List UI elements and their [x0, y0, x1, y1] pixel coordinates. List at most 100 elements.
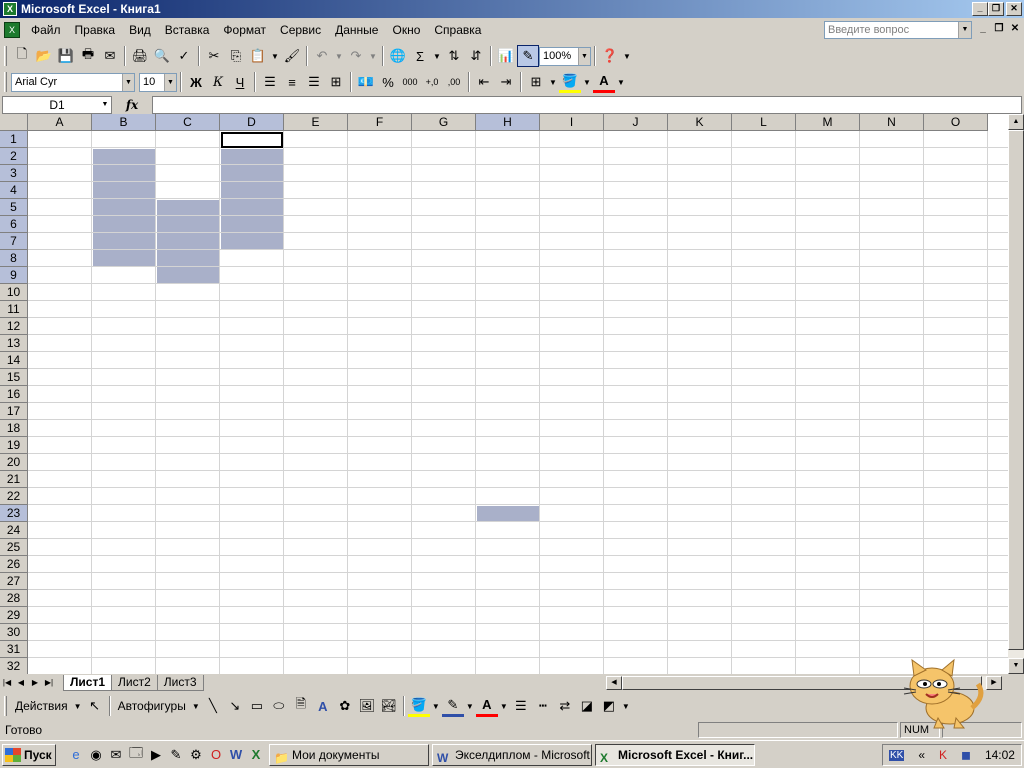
- chevron-down-icon[interactable]: ▼: [99, 97, 111, 113]
- row-header-15[interactable]: 15: [0, 369, 28, 386]
- close-button[interactable]: ✕: [1006, 2, 1022, 16]
- chevron-down-icon[interactable]: ▼: [367, 45, 379, 67]
- copy-icon[interactable]: ⎘: [225, 45, 247, 67]
- worksheet-grid[interactable]: A B C D E F G H I J K L M N O 1 2 3 4 5 6 7 8 9 10 11 12 13 14 15 16 17…: [0, 114, 1008, 674]
- row-header-3[interactable]: 3: [0, 165, 28, 182]
- permission-icon[interactable]: 🖶: [77, 45, 99, 67]
- vertical-scroll-thumb[interactable]: [1008, 130, 1024, 650]
- row-header-1[interactable]: 1: [0, 131, 28, 148]
- select-objects-icon[interactable]: ↖: [84, 695, 106, 717]
- chevron-down-icon[interactable]: ▼: [190, 695, 202, 717]
- media-player-icon[interactable]: ◉: [86, 745, 106, 765]
- column-header-f[interactable]: F: [348, 114, 412, 131]
- row-header-5[interactable]: 5: [0, 199, 28, 216]
- rectangle-icon[interactable]: ▭: [246, 695, 268, 717]
- menu-file[interactable]: Файл: [24, 20, 68, 40]
- row-header-29[interactable]: 29: [0, 607, 28, 624]
- fill-color-icon[interactable]: 🪣: [559, 71, 581, 93]
- row-header-4[interactable]: 4: [0, 182, 28, 199]
- row-header-21[interactable]: 21: [0, 471, 28, 488]
- menu-window[interactable]: Окно: [385, 20, 427, 40]
- chevron-down-icon[interactable]: ▼: [621, 45, 633, 67]
- last-sheet-icon[interactable]: ▶|: [42, 675, 56, 691]
- scroll-down-icon[interactable]: ▼: [1008, 658, 1024, 674]
- thousands-separator-button[interactable]: 000: [399, 71, 421, 93]
- italic-button[interactable]: К: [207, 71, 229, 93]
- column-header-j[interactable]: J: [604, 114, 668, 131]
- opera-icon[interactable]: O: [206, 745, 226, 765]
- row-header-13[interactable]: 13: [0, 335, 28, 352]
- decrease-decimal-icon[interactable]: ,00: [443, 71, 465, 93]
- shadow-icon[interactable]: ◪: [576, 695, 598, 717]
- column-header-c[interactable]: C: [156, 114, 220, 131]
- column-header-i[interactable]: I: [540, 114, 604, 131]
- oval-icon[interactable]: ⬭: [268, 695, 290, 717]
- spelling-icon[interactable]: ✓: [173, 45, 195, 67]
- row-header-16[interactable]: 16: [0, 386, 28, 403]
- wordart-icon[interactable]: A: [312, 695, 334, 717]
- task-excel[interactable]: X Microsoft Excel - Книг...: [595, 743, 755, 766]
- row-header-8[interactable]: 8: [0, 250, 28, 267]
- chevron-down-icon[interactable]: ▼: [958, 22, 971, 38]
- tool-icon[interactable]: ✎: [166, 745, 186, 765]
- chevron-down-icon[interactable]: ▼: [547, 71, 559, 93]
- doc-minimize-button[interactable]: _: [976, 23, 990, 36]
- network-icon[interactable]: ⚙: [186, 745, 206, 765]
- select-all-button[interactable]: [0, 114, 28, 131]
- minimize-button[interactable]: _: [972, 2, 988, 16]
- increase-decimal-icon[interactable]: +,0: [421, 71, 443, 93]
- doc-restore-button[interactable]: ❐: [992, 23, 1006, 36]
- task-word-document[interactable]: W Экселдиплом - Microsoft...: [432, 743, 592, 766]
- chevron-down-icon[interactable]: ▼: [164, 73, 176, 91]
- chevron-down-icon[interactable]: ▼: [430, 695, 442, 717]
- sort-ascending-icon[interactable]: ⇅: [443, 45, 465, 67]
- scroll-left-icon[interactable]: ◀: [606, 676, 622, 690]
- tray-expand-icon[interactable]: «: [918, 748, 925, 762]
- textbox-icon[interactable]: 🗎: [290, 695, 312, 717]
- clipart-icon[interactable]: 🖼: [356, 695, 378, 717]
- new-file-icon[interactable]: 🗋: [11, 45, 33, 67]
- column-header-l[interactable]: L: [732, 114, 796, 131]
- column-header-a[interactable]: A: [28, 114, 92, 131]
- office-assistant-cat-icon[interactable]: [898, 656, 990, 730]
- line-icon[interactable]: ╲: [202, 695, 224, 717]
- row-header-11[interactable]: 11: [0, 301, 28, 318]
- row-header-18[interactable]: 18: [0, 420, 28, 437]
- menu-edit[interactable]: Правка: [68, 20, 123, 40]
- workbook-icon[interactable]: X: [4, 22, 20, 38]
- ask-question-input[interactable]: Введите вопрос ▼: [824, 21, 972, 39]
- next-sheet-icon[interactable]: ▶: [28, 675, 42, 691]
- toolbar-grip[interactable]: [4, 46, 7, 66]
- name-box[interactable]: D1 ▼: [2, 96, 112, 114]
- ie-icon[interactable]: e: [66, 745, 86, 765]
- help-icon[interactable]: ❓: [599, 45, 621, 67]
- row-header-32[interactable]: 32: [0, 658, 28, 674]
- open-folder-icon[interactable]: 📂: [33, 45, 55, 67]
- 3d-icon[interactable]: ◩: [598, 695, 620, 717]
- formula-input[interactable]: [152, 96, 1022, 114]
- desktop-icon[interactable]: 🗔: [126, 745, 146, 765]
- sheet-tab-2[interactable]: Лист2: [111, 675, 158, 691]
- antivirus-icon[interactable]: ◼: [961, 748, 971, 762]
- arrow-style-icon[interactable]: ⇄: [554, 695, 576, 717]
- player-icon[interactable]: ▶: [146, 745, 166, 765]
- currency-icon[interactable]: 💶: [355, 71, 377, 93]
- row-header-14[interactable]: 14: [0, 352, 28, 369]
- percent-button[interactable]: %: [377, 71, 399, 93]
- column-header-o[interactable]: O: [924, 114, 988, 131]
- column-header-h[interactable]: H: [476, 114, 540, 131]
- row-header-27[interactable]: 27: [0, 573, 28, 590]
- row-header-19[interactable]: 19: [0, 437, 28, 454]
- toolbar-grip[interactable]: [4, 72, 7, 92]
- column-header-g[interactable]: G: [412, 114, 476, 131]
- chevron-down-icon[interactable]: ▼: [615, 71, 627, 93]
- chevron-down-icon[interactable]: ▼: [431, 45, 443, 67]
- menu-view[interactable]: Вид: [122, 20, 158, 40]
- column-header-b[interactable]: B: [92, 114, 156, 131]
- align-right-icon[interactable]: ☰: [303, 71, 325, 93]
- format-painter-icon[interactable]: 🖌: [281, 45, 303, 67]
- borders-icon[interactable]: ⊞: [525, 71, 547, 93]
- row-header-26[interactable]: 26: [0, 556, 28, 573]
- restore-button[interactable]: ❐: [988, 2, 1004, 16]
- fill-color-icon[interactable]: 🪣: [407, 695, 430, 717]
